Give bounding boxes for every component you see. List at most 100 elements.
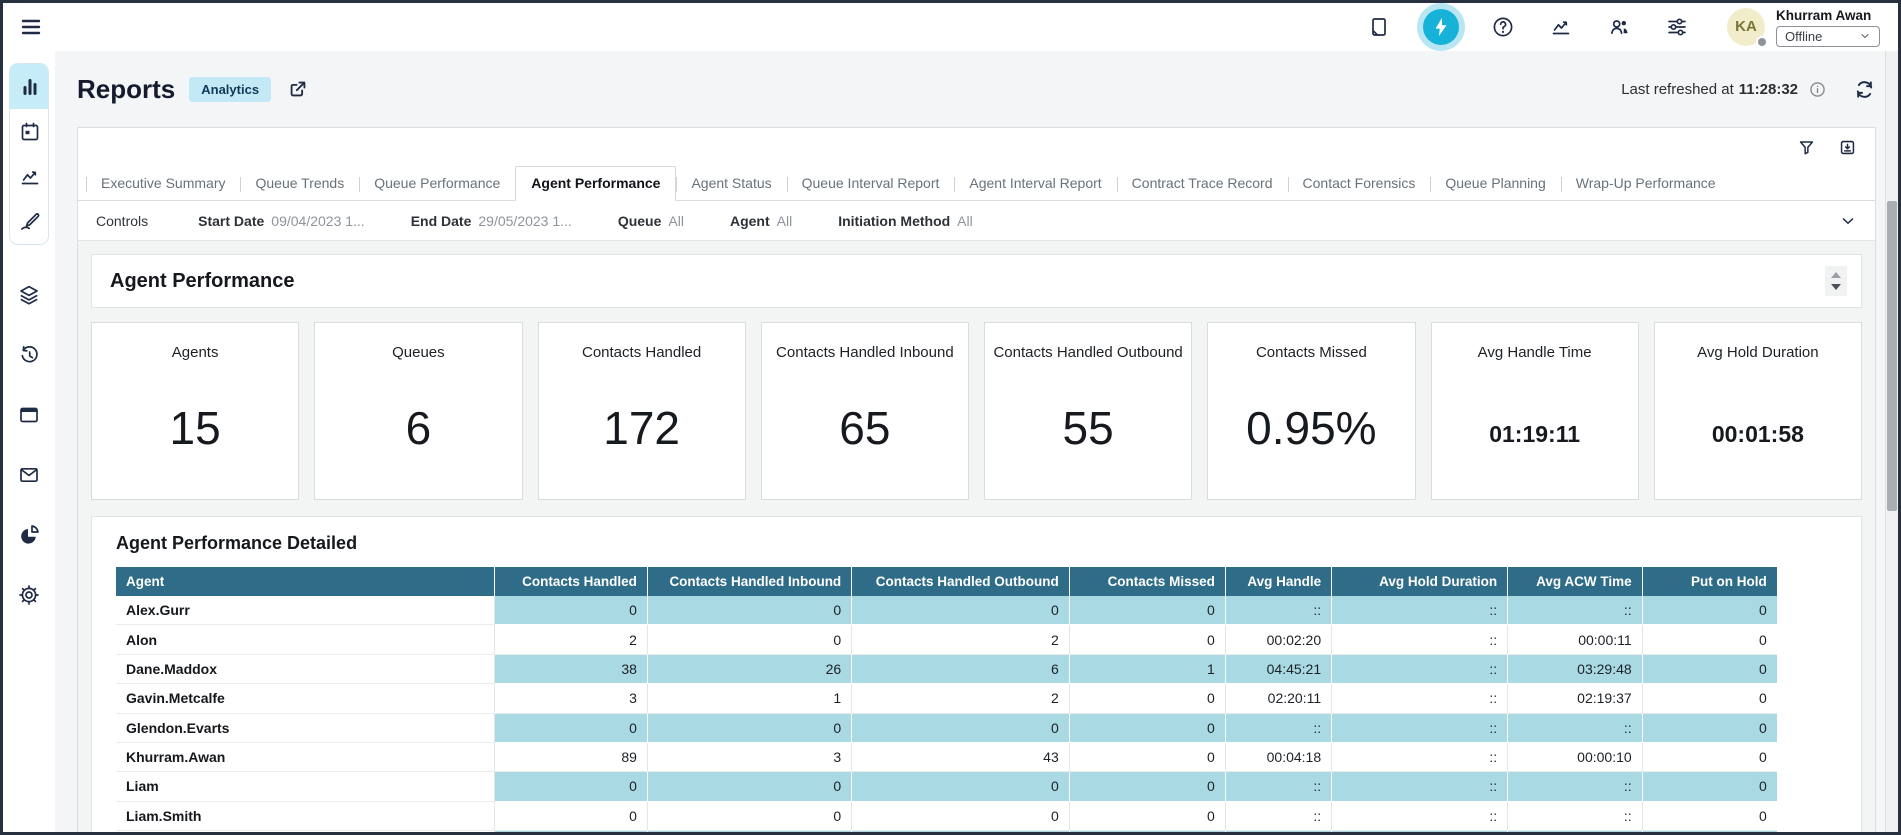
external-link-icon[interactable] [287, 78, 309, 100]
filter-queue[interactable]: QueueAll [618, 213, 684, 229]
nav-layers[interactable] [9, 271, 49, 319]
value-cell: 0 [1642, 831, 1777, 833]
controls-bar: Controls Start Date09/04/2023 1...End Da… [78, 201, 1875, 241]
notes-icon[interactable] [1359, 7, 1399, 47]
status-value: Offline [1785, 29, 1822, 44]
value-cell: 0 [495, 801, 648, 830]
value-cell: :: [1508, 713, 1643, 742]
info-icon[interactable] [1808, 80, 1827, 99]
kpi-value: 15 [170, 401, 221, 455]
agent-performance-table: AgentContacts HandledContacts Handled In… [116, 567, 1777, 832]
value-cell: 00:04:18 [1225, 742, 1331, 771]
nav-designer[interactable] [10, 199, 49, 244]
column-header-agent: Agent [116, 567, 495, 596]
value-cell: 38 [495, 654, 648, 683]
value-cell: :: [1225, 713, 1331, 742]
value-cell: :: [1332, 596, 1508, 625]
avatar[interactable]: KA [1727, 8, 1765, 46]
filter-agent[interactable]: AgentAll [730, 213, 792, 229]
tab-executive-summary[interactable]: Executive Summary [86, 167, 240, 200]
kpi-value: 01:19:11 [1489, 421, 1580, 448]
controls-expand-chevron-icon[interactable] [1839, 212, 1857, 230]
value-cell: 0 [647, 596, 851, 625]
value-cell: 0 [1642, 713, 1777, 742]
kpi-value: 65 [839, 401, 890, 455]
refresh-icon[interactable] [1853, 78, 1876, 101]
hamburger-menu-icon[interactable] [13, 9, 49, 45]
tab-wrap-up-performance[interactable]: Wrap-Up Performance [1561, 167, 1731, 200]
agent-name-cell: Liam [116, 772, 495, 801]
user-name: Khurram Awan [1776, 8, 1880, 23]
spinner-up-icon[interactable] [1831, 272, 1841, 278]
value-cell: 3 [647, 742, 851, 771]
section-scroll-spinner[interactable] [1825, 266, 1847, 296]
sidebar-group [9, 63, 49, 245]
nav-history[interactable] [9, 331, 49, 379]
filter-icon[interactable] [1797, 138, 1816, 157]
filter-start-date[interactable]: Start Date09/04/2023 1... [198, 213, 365, 229]
nav-reports[interactable] [10, 64, 49, 109]
value-cell: 1 [1069, 654, 1225, 683]
kpi-label: Queues [392, 344, 445, 361]
agent-name-cell: Dane.Maddox [116, 654, 495, 683]
agent-name-cell: Gavin.Metcalfe [116, 684, 495, 713]
kpi-label: Contacts Handled Inbound [776, 344, 954, 361]
tab-agent-status[interactable]: Agent Status [676, 167, 786, 200]
value-cell: :: [1225, 772, 1331, 801]
table-row: Liam0000::::::0 [116, 772, 1777, 801]
main-content: Reports Analytics Last refreshed at 11:2… [55, 51, 1898, 832]
tab-agent-interval-report[interactable]: Agent Interval Report [954, 167, 1116, 200]
topbar-right: KA Khurram Awan Offline [1359, 7, 1880, 47]
kpi-label: Contacts Handled Outbound [993, 344, 1182, 361]
table-row: Alon202000:02:20::00:00:110 [116, 625, 1777, 654]
kpi-label: Contacts Handled [582, 344, 701, 361]
nav-calendar[interactable] [10, 109, 49, 154]
settings-sliders-icon[interactable] [1657, 7, 1697, 47]
tab-contact-forensics[interactable]: Contact Forensics [1288, 167, 1431, 200]
value-cell: 0 [852, 596, 1070, 625]
realtime-bolt-icon[interactable] [1423, 9, 1459, 45]
section-title: Agent Performance [110, 270, 295, 293]
user-area: KA Khurram Awan Offline [1727, 8, 1880, 47]
filter-initiation-method[interactable]: Initiation MethodAll [838, 213, 973, 229]
nav-window[interactable] [9, 391, 49, 439]
kpi-agents: Agents15 [91, 322, 299, 500]
tab-agent-performance[interactable]: Agent Performance [515, 166, 676, 201]
tab-queue-trends[interactable]: Queue Trends [240, 167, 359, 200]
value-cell: 0 [1642, 684, 1777, 713]
value-cell: :: [1225, 831, 1331, 833]
download-icon[interactable] [1838, 138, 1857, 157]
vertical-scrollbar[interactable] [1885, 51, 1898, 832]
kpi-label: Avg Hold Duration [1697, 344, 1818, 361]
value-cell: 0 [852, 801, 1070, 830]
nav-settings[interactable] [9, 571, 49, 619]
value-cell: 0 [1642, 742, 1777, 771]
tab-queue-performance[interactable]: Queue Performance [359, 167, 515, 200]
topbar: KA Khurram Awan Offline [3, 3, 1898, 51]
tab-contract-trace-record[interactable]: Contract Trace Record [1117, 167, 1288, 200]
column-header-put-on-hold: Put on Hold [1642, 567, 1777, 596]
topbar-icons [1359, 7, 1697, 47]
table-row: Dane.Maddox38266104:45:21::03:29:480 [116, 654, 1777, 683]
status-dropdown[interactable]: Offline [1776, 26, 1880, 47]
nav-mail[interactable] [9, 451, 49, 499]
value-cell: 0 [647, 713, 851, 742]
spinner-down-icon[interactable] [1831, 284, 1841, 290]
value-cell: 0 [495, 713, 648, 742]
directory-people-icon[interactable] [1599, 7, 1639, 47]
nav-pie-chart[interactable] [9, 511, 49, 559]
filter-end-date[interactable]: End Date29/05/2023 1... [411, 213, 572, 229]
scrollbar-thumb[interactable] [1887, 201, 1897, 511]
agent-name-cell: Glendon.Evarts [116, 713, 495, 742]
help-icon[interactable] [1483, 7, 1523, 47]
metrics-chart-icon[interactable] [1541, 7, 1581, 47]
value-cell: 2 [852, 684, 1070, 713]
detail-section: Agent Performance Detailed AgentContacts… [91, 516, 1862, 832]
tab-queue-planning[interactable]: Queue Planning [1430, 167, 1560, 200]
column-header-contacts-handled: Contacts Handled [495, 567, 648, 596]
nav-trends[interactable] [10, 154, 49, 199]
kpi-value: 00:01:58 [1712, 421, 1804, 448]
value-cell: 0 [495, 772, 648, 801]
tab-queue-interval-report[interactable]: Queue Interval Report [787, 167, 955, 200]
value-cell: 1 [647, 684, 851, 713]
